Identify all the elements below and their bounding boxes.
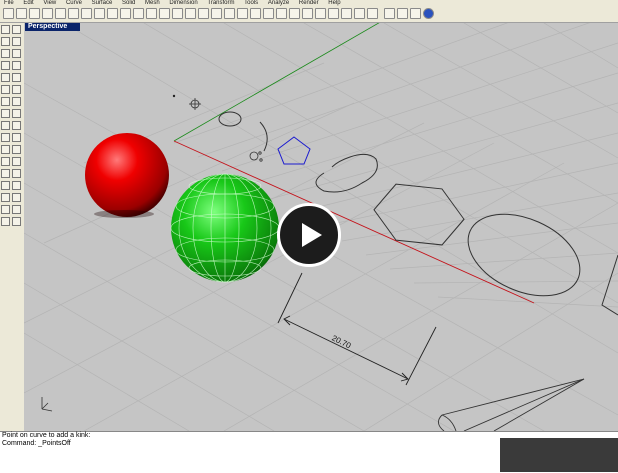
select-all-icon[interactable] [250,8,261,19]
cursor-marker [189,98,201,110]
red-sphere [85,133,169,217]
small-ellipse-curve [218,111,242,127]
offset-icon[interactable] [1,97,10,106]
split-icon[interactable] [12,145,21,154]
copy-object-icon[interactable] [12,181,21,190]
point-marker [172,94,176,98]
undo-view-icon[interactable] [211,8,222,19]
curve-icon[interactable] [1,49,10,58]
y-axis-line [173,23,380,142]
layer-icon[interactable] [263,8,274,19]
zoom-icon[interactable] [146,8,157,19]
arc-curve [259,121,268,152]
video-play-button[interactable] [277,203,341,267]
play-icon [302,223,322,247]
box-icon[interactable] [1,121,10,130]
snap-cursor [249,151,263,162]
sphere-icon[interactable] [341,8,352,19]
properties-icon[interactable] [289,8,300,19]
render-icon[interactable] [354,8,365,19]
join-icon[interactable] [1,157,10,166]
import-icon[interactable] [55,8,66,19]
arc-icon[interactable] [1,73,10,82]
rounded-slot-curve [315,153,378,193]
undo-icon[interactable] [107,8,118,19]
group-icon[interactable] [12,169,21,178]
mirror-icon[interactable] [1,205,10,214]
globe-icon[interactable] [367,8,378,19]
dimension-label: 20.70 [330,333,352,350]
cone-wireframe [438,378,585,431]
text-icon[interactable] [12,217,21,226]
explode-icon[interactable] [12,157,21,166]
command-history: Command: _PointsOff [2,440,71,447]
copy-icon[interactable] [81,8,92,19]
left-tool-palette [0,23,25,431]
line-icon[interactable] [1,37,10,46]
standard-toolbar [0,6,618,23]
four-views-icon[interactable] [237,8,248,19]
print-icon[interactable] [42,8,53,19]
rotate-icon[interactable] [1,193,10,202]
viewport-title[interactable]: Perspective [25,23,81,31]
scale-icon[interactable] [12,193,21,202]
viewport-layout-icon[interactable] [224,8,235,19]
move-icon[interactable] [1,181,10,190]
zoom-extents-icon[interactable] [172,8,183,19]
zoom-window-icon[interactable] [159,8,170,19]
new-file-icon[interactable] [3,8,14,19]
brush-icon[interactable] [384,8,395,19]
rotate-view-icon[interactable] [133,8,144,19]
zoom-selected-icon[interactable] [185,8,196,19]
command-prompt: Point on curve to add a kink: [2,432,91,439]
mesh-icon[interactable] [1,145,10,154]
cylinder-icon[interactable] [1,133,10,142]
rectangle-curve [601,254,618,316]
linear-dimension [277,272,437,386]
status-panel [500,438,618,472]
boolean-icon[interactable] [12,133,21,142]
light-bulb-icon[interactable] [276,8,287,19]
freeform-icon[interactable] [12,49,21,58]
fillet-icon[interactable] [12,85,21,94]
world-axes-icon [41,397,53,412]
dimension-icon[interactable] [1,217,10,226]
zoom-in-icon[interactable] [198,8,209,19]
open-file-icon[interactable] [16,8,27,19]
spline-icon[interactable] [12,97,21,106]
point-icon[interactable] [12,25,21,34]
options-icon[interactable] [410,8,421,19]
rectangle-icon[interactable] [12,73,21,82]
ellipse-icon[interactable] [12,61,21,70]
help-icon[interactable] [423,8,434,19]
circle-icon[interactable] [1,61,10,70]
save-icon[interactable] [29,8,40,19]
extrude-icon[interactable] [12,121,21,130]
pan-icon[interactable] [120,8,131,19]
rendered-icon[interactable] [328,8,339,19]
surface-icon[interactable] [1,109,10,118]
palette-icon[interactable] [397,8,408,19]
large-ellipse-curve [467,213,581,297]
array-icon[interactable] [12,205,21,214]
polyline-icon[interactable] [12,37,21,46]
loft-icon[interactable] [12,109,21,118]
paste-icon[interactable] [94,8,105,19]
grid-snap-icon[interactable] [302,8,313,19]
trim-icon[interactable] [1,169,10,178]
cut-icon[interactable] [68,8,79,19]
select-icon[interactable] [1,25,10,34]
polygon-icon[interactable] [1,85,10,94]
shaded-icon[interactable] [315,8,326,19]
